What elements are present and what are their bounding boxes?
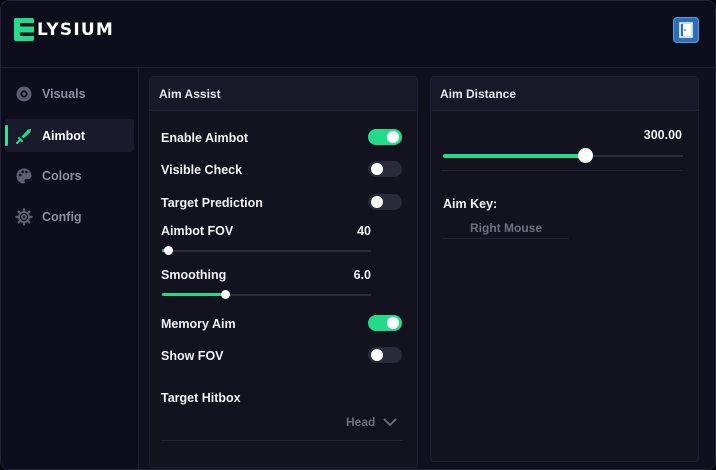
show-fov-toggle[interactable]	[368, 347, 402, 363]
enable-aimbot-label: Enable Aimbot	[161, 131, 249, 145]
title-bar: LYSIUM	[1, 1, 715, 68]
visible-check-toggle[interactable]	[368, 161, 402, 177]
door-icon	[679, 22, 693, 38]
sidebar-item-label: Aimbot	[42, 128, 86, 143]
toggle-knob	[371, 163, 383, 175]
aim-key-label: Aim Key:	[443, 197, 498, 211]
show-fov-label: Show FOV	[161, 349, 224, 363]
sidebar-item-visuals[interactable]: Visuals	[5, 77, 134, 110]
sword-icon	[14, 126, 33, 145]
sidebar-item-label: Colors	[42, 168, 82, 183]
sidebar-item-config[interactable]: Config	[5, 200, 134, 233]
exit-button[interactable]	[673, 17, 699, 43]
aim-key-value: Right Mouse	[470, 221, 542, 235]
memory-aim-label: Memory Aim	[161, 317, 236, 331]
app-logo: LYSIUM	[13, 17, 114, 42]
chevron-down-icon	[383, 418, 397, 427]
logo-e-icon	[14, 18, 34, 41]
section-divider	[441, 170, 683, 171]
aim-distance-panel: Aim Distance 300.00 Aim Key: Right Mouse	[430, 76, 699, 462]
dropdown-underline	[161, 440, 403, 441]
palette-icon	[14, 166, 33, 185]
smoothing-slider[interactable]	[162, 290, 371, 300]
slider-thumb[interactable]	[164, 246, 174, 255]
dropdown-selected-value: Head	[346, 415, 376, 429]
aimbot-fov-slider[interactable]	[162, 246, 371, 256]
slider-thumb[interactable]	[577, 148, 593, 163]
sidebar-item-colors[interactable]: Colors	[5, 159, 134, 192]
slider-thumb[interactable]	[220, 290, 230, 299]
gear-icon	[14, 207, 33, 226]
target-hitbox-label: Target Hitbox	[161, 391, 241, 405]
enable-aimbot-toggle[interactable]	[368, 129, 402, 145]
slider-fill	[443, 154, 585, 158]
toggle-knob	[387, 131, 399, 143]
sidebar-item-label: Visuals	[42, 86, 86, 101]
visible-check-label: Visible Check	[161, 163, 243, 177]
aimbot-fov-value: 40	[357, 224, 371, 238]
aim-assist-panel: Aim Assist Enable Aimbot Visible Check T…	[149, 76, 418, 468]
panel-title: Aim Distance	[431, 77, 698, 111]
aim-distance-value: 300.00	[643, 128, 682, 142]
aim-key-button[interactable]: Right Mouse	[443, 218, 569, 239]
toggle-knob	[371, 349, 383, 361]
smoothing-label: Smoothing	[161, 268, 227, 282]
eye-icon	[14, 84, 33, 103]
aim-distance-slider[interactable]	[443, 148, 683, 164]
sidebar-item-aimbot[interactable]: Aimbot	[5, 119, 134, 152]
app-title: LYSIUM	[37, 19, 114, 40]
target-hitbox-dropdown[interactable]: Head	[346, 415, 398, 429]
toggle-knob	[371, 196, 383, 208]
toggle-knob	[387, 317, 399, 329]
target-prediction-toggle[interactable]	[368, 194, 402, 210]
aimbot-fov-label: Aimbot FOV	[161, 224, 234, 238]
memory-aim-toggle[interactable]	[368, 315, 402, 331]
sidebar-item-label: Config	[42, 209, 82, 224]
slider-fill	[162, 293, 225, 296]
smoothing-value: 6.0	[353, 268, 371, 282]
sidebar: Visuals Aimbot Colors Config	[1, 69, 139, 469]
panel-title: Aim Assist	[150, 77, 417, 111]
slider-track	[162, 250, 371, 252]
app-window: LYSIUM Visuals Aimbot Colors Config Aim …	[0, 0, 716, 470]
target-prediction-label: Target Prediction	[161, 196, 263, 210]
